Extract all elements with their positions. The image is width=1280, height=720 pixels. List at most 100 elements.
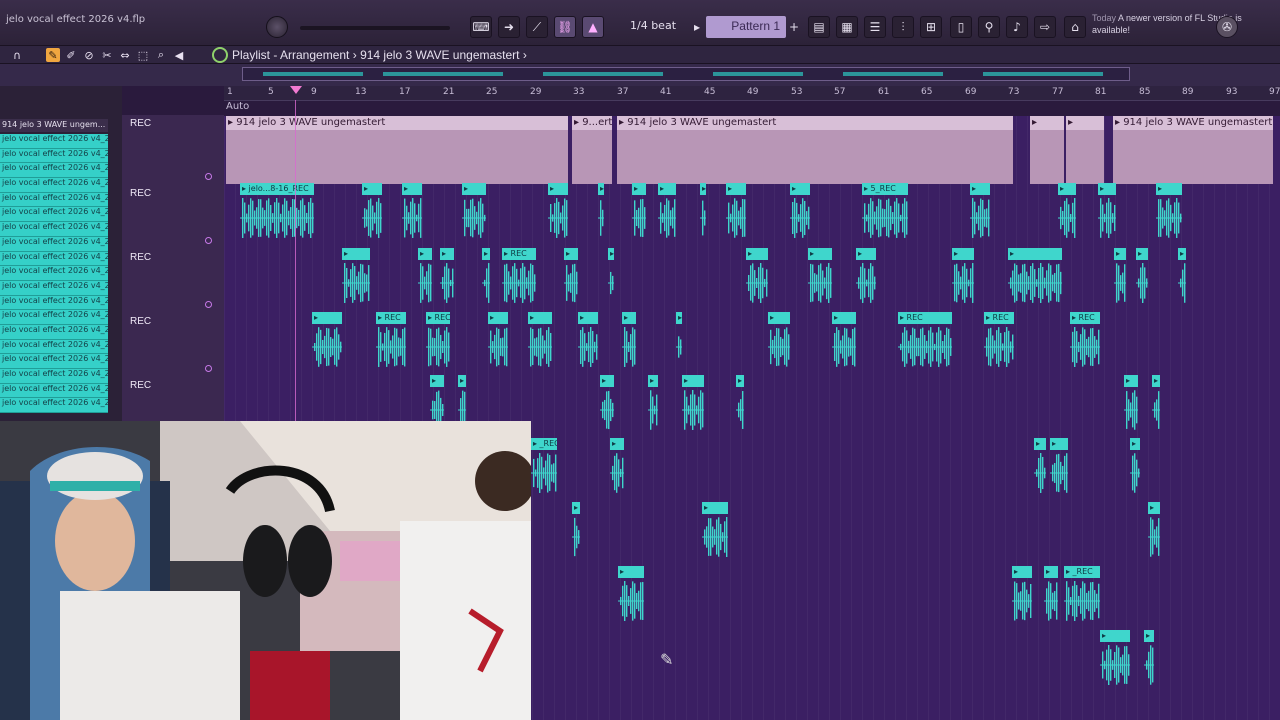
audio-clip[interactable]: ▸ (1144, 630, 1154, 688)
master-pitch-slider[interactable] (300, 26, 450, 30)
audio-clip[interactable]: ▸ (1152, 375, 1160, 433)
timeline-ruler[interactable]: 1 5 9 13 17 21 25 29 33 37 41 45 49 53 57 61 65 69 73 77 81 8… (224, 86, 1280, 101)
audio-clip[interactable]: ▸ (440, 248, 454, 306)
audio-clip[interactable]: ▸ (598, 183, 604, 241)
audio-clip[interactable]: ▸ (768, 312, 790, 370)
clip-source-item[interactable]: jelo vocal effect 2026 v4_2 (0, 148, 108, 164)
audio-clip[interactable]: ▸ (1156, 183, 1182, 241)
brush-tool-icon[interactable]: ✐ (64, 48, 78, 62)
audio-clip[interactable]: ▸ (608, 248, 614, 306)
audio-clip[interactable]: ▸ (1050, 438, 1068, 496)
audio-clip[interactable]: ▸ (1136, 248, 1148, 306)
audio-clip[interactable]: ▸ (1044, 566, 1058, 624)
audio-clip[interactable]: ▸ (418, 248, 432, 306)
audio-clip[interactable]: ▸ (1012, 566, 1032, 624)
audio-clip[interactable]: ▸ (726, 183, 746, 241)
clip-source-item[interactable]: jelo vocal effect 2026 v4_2 (0, 236, 108, 252)
clip-source-item[interactable]: jelo vocal effect 2026 v4_2 (0, 354, 108, 369)
audio-clip[interactable]: ▸ 5_REC (862, 183, 908, 241)
plugin-icon[interactable]: ⚲ (978, 16, 1000, 38)
track-dot-icon[interactable] (205, 365, 212, 372)
playlist-window-icon[interactable]: ▤ (808, 16, 830, 38)
audio-clip[interactable]: ▸ (676, 312, 682, 370)
audio-clip[interactable]: ▸ (622, 312, 636, 370)
track-header-4[interactable]: REC (122, 313, 224, 377)
clip-source-item[interactable]: jelo vocal effect 2026 v4_2 (0, 207, 108, 223)
snap-selector[interactable]: 1/4 beat (630, 19, 676, 32)
clip-source-item[interactable]: jelo vocal effect 2026 v4_2 (0, 310, 108, 325)
track-header-1[interactable]: REC (122, 115, 224, 181)
pattern-selector[interactable]: Pattern 1 (706, 16, 786, 38)
audio-clip[interactable]: ▸ (462, 183, 486, 241)
audio-clip[interactable]: ▸ (970, 183, 990, 241)
audio-clip[interactable]: ▸ (610, 438, 624, 496)
audio-clip[interactable]: ▸ (362, 183, 382, 241)
audio-clip[interactable]: ▸ REC (984, 312, 1014, 370)
clip-source-item[interactable]: jelo vocal effect 2026 v4_2 (0, 266, 108, 281)
settings-gear-icon[interactable]: ✇ (1216, 16, 1238, 38)
clip-source-item[interactable]: jelo vocal effect 2026 v4_2 (0, 251, 108, 267)
piano-roll-icon[interactable]: ▦ (836, 16, 858, 38)
audio-clip[interactable]: ▸ (342, 248, 370, 306)
audio-clip[interactable]: ▸ (856, 248, 876, 306)
store-icon[interactable]: ⌂ (1064, 16, 1086, 38)
clip-source-item[interactable]: jelo vocal effect 2026 v4_2 (0, 280, 108, 296)
master-audio-clip[interactable]: ▸ 9...ert (572, 116, 612, 184)
magnet-icon[interactable]: ∩ (10, 48, 24, 62)
audio-clip[interactable]: ▸ (1178, 248, 1186, 306)
slice-tool-icon[interactable]: ⟋ (526, 16, 548, 38)
clip-source-item[interactable]: jelo vocal effect 2026 v4_2 (0, 178, 108, 193)
tempo-icon[interactable]: ♪ (1006, 16, 1028, 38)
zoom-tool-icon[interactable]: ⌕ (154, 48, 168, 62)
clip-source-item[interactable]: jelo vocal effect 2026 v4_2 (0, 295, 108, 311)
audio-clip[interactable]: ▸ (700, 183, 706, 241)
clip-source-item[interactable]: jelo vocal effect 2026 v4_2 (0, 398, 108, 414)
audio-clip[interactable]: ▸ _REC (531, 438, 557, 496)
audio-clip[interactable]: ▸ (564, 248, 578, 306)
channel-rack-icon[interactable]: ☰ (864, 16, 886, 38)
playback-tool-icon[interactable]: ◀ (172, 48, 186, 62)
metronome-icon[interactable]: ▲ (582, 16, 604, 38)
master-audio-clip[interactable]: ▸ (1066, 116, 1104, 184)
track-header-3[interactable]: REC (122, 249, 224, 313)
audio-clip[interactable]: ▸ (702, 502, 728, 560)
master-audio-clip[interactable]: ▸ 914 jelo 3 WAVE ungemastert (1113, 116, 1273, 184)
audio-clip[interactable]: ▸ (832, 312, 856, 370)
audio-clip[interactable]: ▸ (572, 502, 580, 560)
audio-clip[interactable]: ▸ (1114, 248, 1126, 306)
pattern-add-icon[interactable]: + (788, 16, 800, 38)
audio-clip[interactable]: ▸ (482, 248, 490, 306)
audio-clip[interactable]: ▸ REC (502, 248, 536, 306)
track-dot-icon[interactable] (205, 301, 212, 308)
audio-clip[interactable]: ▸ REC (898, 312, 952, 370)
audio-clip[interactable]: ▸ (1124, 375, 1138, 433)
audio-clip[interactable]: ▸ (1100, 630, 1130, 688)
track-dot-icon[interactable] (205, 237, 212, 244)
project-icon[interactable]: ▯ (950, 16, 972, 38)
clip-source-item[interactable]: jelo vocal effect 2026 v4_2 (0, 222, 108, 237)
playlist-power-icon[interactable] (212, 47, 228, 63)
clip-source-item[interactable]: jelo vocal effect 2026 v4_2 (0, 324, 108, 340)
audio-clip[interactable]: ▸ (578, 312, 598, 370)
audio-clip[interactable]: ▸ (658, 183, 676, 241)
playhead-marker[interactable] (290, 86, 302, 94)
master-audio-clip[interactable]: ▸ 914 jelo 3 WAVE ungemastert (226, 116, 568, 184)
audio-clip[interactable]: ▸ (618, 566, 644, 624)
audio-clip[interactable]: ▸ REC (376, 312, 406, 370)
audio-clip[interactable]: ▸ REC (426, 312, 450, 370)
audio-clip[interactable]: ▸ (790, 183, 810, 241)
master-volume-knob[interactable] (266, 16, 288, 38)
slip-tool-icon[interactable]: ⇔ (118, 48, 132, 62)
clip-source-item[interactable]: jelo vocal effect 2026 v4_2 (0, 383, 108, 399)
audio-clip[interactable]: ▸ (1008, 248, 1062, 306)
clip-source-item[interactable]: jelo vocal effect 2026 v4_2 (0, 369, 108, 384)
mute-tool-icon[interactable]: ✂ (100, 48, 114, 62)
audio-clip[interactable]: ▸ (736, 375, 744, 433)
mixer-icon[interactable]: ⫶ (892, 16, 914, 38)
snap-arrow-icon[interactable]: ➜ (498, 16, 520, 38)
select-tool-icon[interactable]: ⬚ (136, 48, 150, 62)
browser-icon[interactable]: ⊞ (920, 16, 942, 38)
audio-clip[interactable]: ▸ (746, 248, 768, 306)
clip-source-item[interactable]: jelo vocal effect 2026 v4_2 (0, 192, 108, 208)
audio-clip[interactable]: ▸ (632, 183, 646, 241)
